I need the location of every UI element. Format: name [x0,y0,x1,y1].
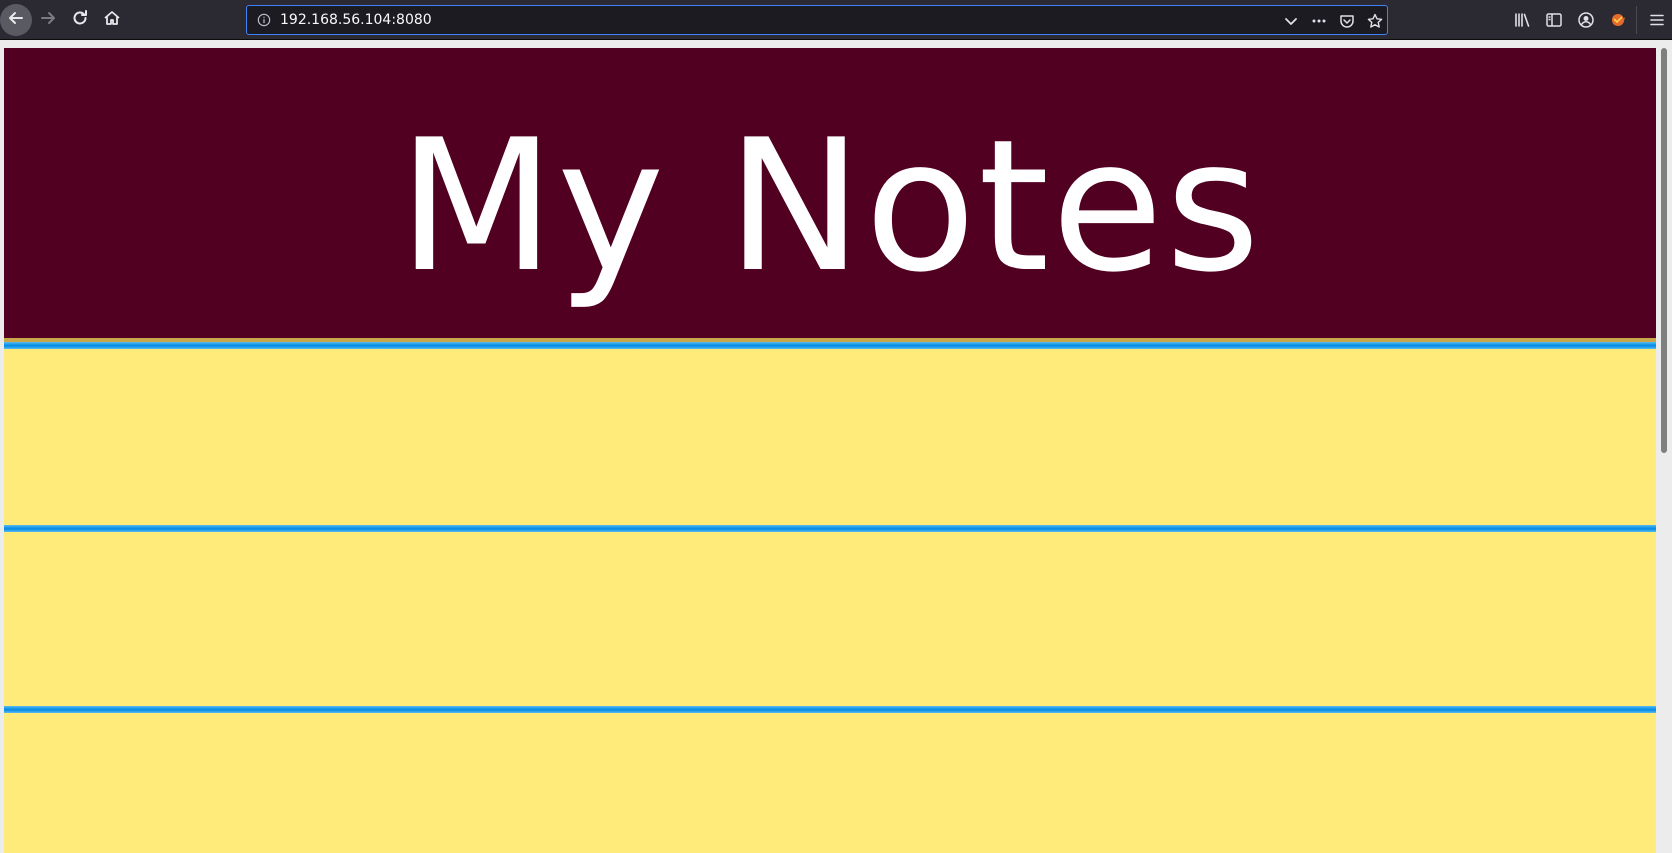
back-arrow-icon [7,9,25,31]
notebook-rule-line [4,706,1656,713]
viewport-top-edge [0,40,1656,48]
reload-icon [71,9,89,31]
forward-arrow-icon [39,9,57,31]
scrollbar-thumb[interactable] [1661,48,1667,453]
url-text[interactable]: 192.168.56.104:8080 [280,12,432,28]
info-icon[interactable] [255,11,273,29]
url-bar[interactable]: 192.168.56.104:8080 [246,5,1388,35]
library-icon[interactable] [1511,9,1533,31]
notebook-rule-line [4,342,1656,349]
sidebar-icon[interactable] [1543,9,1565,31]
page-header: My Notes [4,48,1656,338]
reload-button[interactable] [64,4,96,36]
toolbar-separator [1636,6,1637,34]
forward-button[interactable] [32,4,64,36]
hamburger-menu-icon[interactable] [1646,9,1668,31]
back-button[interactable] [0,4,32,36]
more-icon[interactable] [1309,11,1329,31]
chevron-down-icon[interactable] [1281,11,1301,31]
browser-toolbar: 192.168.56.104:8080 [0,0,1672,40]
notebook-rule-line [4,525,1656,532]
notes-page: My Notes [4,48,1656,853]
page-scrollbar[interactable] [1656,40,1672,853]
account-icon[interactable] [1575,9,1597,31]
pocket-icon[interactable] [1337,11,1357,31]
home-button[interactable] [96,4,128,36]
extension-icon[interactable] [1607,9,1629,31]
page-title: My Notes [397,100,1263,312]
star-icon[interactable] [1365,11,1385,31]
home-icon [103,9,121,31]
